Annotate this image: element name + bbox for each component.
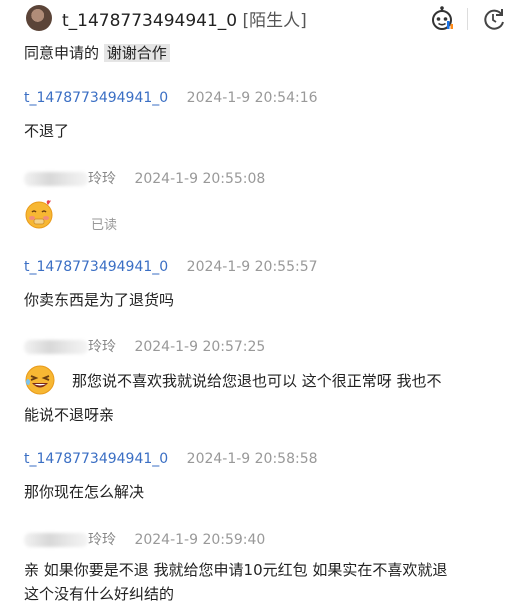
message-time: 2024-1-9 20:59:40: [134, 532, 266, 548]
message-time: 2024-1-9 20:58:58: [186, 451, 318, 467]
sender-name[interactable]: t_1478773494941_0: [24, 451, 168, 467]
message-text: 那你现在怎么解决: [24, 483, 145, 501]
sender-name: 玲玲: [88, 171, 116, 187]
read-status: 已读: [91, 218, 118, 233]
message-text: 能说不退呀亲: [24, 406, 115, 424]
blush-emoji: [25, 200, 53, 229]
refresh-icon[interactable]: [481, 6, 507, 32]
stranger-tag: [陌生人]: [242, 11, 307, 31]
chat-title: t_1478773494941_0 [陌生人]: [62, 6, 307, 31]
laughing-emoji: [25, 365, 55, 395]
sender-name: 玲玲: [88, 532, 116, 548]
sender-name[interactable]: t_1478773494941_0: [24, 259, 168, 275]
chat-header: t_1478773494941_0 [陌生人]: [0, 0, 527, 40]
blurred-sender-prefix: [24, 533, 88, 547]
robot-icon[interactable]: [430, 6, 456, 32]
message-meta: 玲玲 2024-1-9 20:57:25: [24, 336, 265, 356]
message-meta: t_1478773494941_0 2024-1-9 20:54:16: [24, 90, 318, 106]
message-text-highlight: 谢谢合作: [103, 44, 170, 62]
blurred-sender-prefix: [24, 340, 88, 354]
message-text: 那您说不喜欢我就说给您退也可以 这个很正常呀 我也不: [72, 372, 442, 390]
blurred-sender-prefix: [24, 172, 88, 186]
contact-name: t_1478773494941_0: [62, 11, 238, 31]
message-meta: 玲玲 2024-1-9 20:55:08: [24, 168, 265, 188]
message-time: 2024-1-9 20:57:25: [134, 339, 266, 355]
message-text: 你卖东西是为了退货吗: [24, 291, 175, 309]
sender-name: 玲玲: [88, 339, 116, 355]
avatar[interactable]: [26, 5, 52, 31]
message-meta: 玲玲 2024-1-9 20:59:40: [24, 529, 265, 549]
message-text: 亲 如果你要是不退 我就给您申请10元红包 如果实在不喜欢就退: [24, 561, 448, 579]
message-text: 同意申请的 谢谢合作: [24, 42, 170, 64]
header-divider: [467, 8, 468, 30]
message-meta: t_1478773494941_0 2024-1-9 20:55:57: [24, 259, 318, 275]
message-text: 这个没有什么好纠结的: [24, 585, 175, 603]
message-time: 2024-1-9 20:54:16: [186, 90, 318, 106]
message-meta: t_1478773494941_0 2024-1-9 20:58:58: [24, 451, 318, 467]
message-time: 2024-1-9 20:55:08: [134, 171, 266, 187]
message-text-plain: 同意申请的: [24, 44, 100, 62]
message-text: 不退了: [24, 122, 70, 140]
message-time: 2024-1-9 20:55:57: [186, 259, 318, 275]
sender-name[interactable]: t_1478773494941_0: [24, 90, 168, 106]
